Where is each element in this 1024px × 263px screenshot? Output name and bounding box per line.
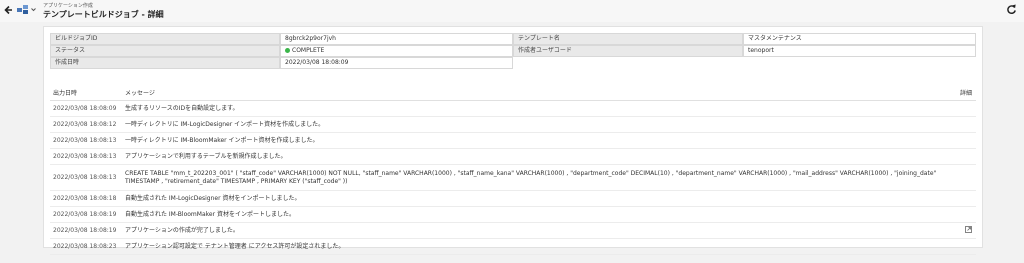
row-message: アプリケーションの作成が完了しました。 bbox=[125, 226, 239, 234]
build-job-id-label: ビルドジョブID bbox=[50, 33, 280, 45]
back-arrow-icon[interactable] bbox=[4, 4, 14, 16]
status-value: COMPLETE bbox=[280, 45, 513, 57]
status-dot-icon bbox=[285, 48, 290, 53]
log-table: 出力日時 メッセージ 詳細 2022/03/08 18:08:09 生成するリソ… bbox=[50, 85, 976, 255]
page-title: テンプレートビルドジョブ - 詳細 bbox=[43, 10, 164, 19]
time-column-header: 出力日時 bbox=[53, 90, 78, 97]
row-time: 2022/03/08 18:08:13 bbox=[53, 137, 117, 144]
row-message: 一時ディレクトリに IM-BloomMaker インポート資材を作成しました。 bbox=[125, 136, 319, 144]
build-job-id-value: 8gbrck2p9or7jvh bbox=[280, 33, 513, 45]
status-label: ステータス bbox=[50, 45, 280, 57]
status-text: COMPLETE bbox=[292, 47, 325, 54]
row-time: 2022/03/08 18:08:23 bbox=[53, 243, 117, 250]
table-row: 2022/03/08 18:08:09 生成するリソースのIDを自動設定します。 bbox=[50, 101, 976, 117]
app-menu-icon[interactable] bbox=[17, 5, 29, 15]
row-time: 2022/03/08 18:08:13 bbox=[53, 153, 117, 160]
row-time: 2022/03/08 18:08:18 bbox=[53, 195, 117, 202]
table-row: 2022/03/08 18:08:19 自動生成された IM-BloomMake… bbox=[50, 207, 976, 223]
row-message: アプリケーションで利用するテーブルを新規作成しました。 bbox=[125, 152, 287, 160]
template-name-label: テンプレート名 bbox=[513, 33, 743, 45]
chevron-down-icon[interactable] bbox=[31, 7, 36, 12]
table-row: 2022/03/08 18:08:12 一時ディレクトリに IM-LogicDe… bbox=[50, 117, 976, 133]
row-message: 自動生成された IM-BloomMaker 資材をインポートしました。 bbox=[125, 210, 295, 218]
creator-user-code-label: 作成者ユーザコード bbox=[513, 45, 743, 57]
creator-user-code-value: tenoport bbox=[743, 45, 976, 57]
table-row: 2022/03/08 18:08:19 アプリケーションの作成が完了しました。 bbox=[50, 223, 976, 239]
row-time: 2022/03/08 18:08:13 bbox=[53, 174, 117, 181]
row-message: CREATE TABLE "mm_t_202203_001" ( "staff_… bbox=[125, 169, 937, 185]
detail-column-header: 詳細 bbox=[959, 90, 972, 97]
table-row: 2022/03/08 18:08:13 アプリケーションで利用するテーブルを新規… bbox=[50, 149, 976, 165]
breadcrumb[interactable]: アプリケーション作成 bbox=[43, 2, 93, 9]
message-column-header: メッセージ bbox=[125, 90, 155, 97]
open-detail-icon[interactable] bbox=[965, 226, 972, 233]
created-at-value: 2022/03/08 18:08:09 bbox=[280, 57, 513, 69]
table-row: 2022/03/08 18:08:18 自動生成された IM-LogicDesi… bbox=[50, 191, 976, 207]
row-time: 2022/03/08 18:08:09 bbox=[53, 105, 117, 112]
created-at-label: 作成日時 bbox=[50, 57, 280, 69]
row-time: 2022/03/08 18:08:12 bbox=[53, 121, 117, 128]
table-row: 2022/03/08 18:08:13 一時ディレクトリに IM-BloomMa… bbox=[50, 133, 976, 149]
row-message: 生成するリソースのIDを自動設定します。 bbox=[125, 104, 239, 112]
row-message: アプリケーション認可設定で テナント管理者 にアクセス許可が設定されました。 bbox=[125, 242, 345, 250]
template-name-value: マスタメンテナンス bbox=[743, 33, 976, 45]
log-header: 出力日時 メッセージ 詳細 bbox=[50, 85, 976, 101]
top-bar: アプリケーション作成 テンプレートビルドジョブ - 詳細 bbox=[0, 0, 1024, 22]
row-time: 2022/03/08 18:08:19 bbox=[53, 211, 117, 218]
job-info-table: ビルドジョブID 8gbrck2p9or7jvh テンプレート名 マスタメンテナ… bbox=[50, 33, 976, 69]
row-message: 自動生成された IM-LogicDesigner 資材をインポートしました。 bbox=[125, 194, 301, 202]
refresh-icon[interactable] bbox=[1006, 4, 1017, 15]
row-message: 一時ディレクトリに IM-LogicDesigner インポート資材を作成しまし… bbox=[125, 120, 325, 128]
detail-panel: ビルドジョブID 8gbrck2p9or7jvh テンプレート名 マスタメンテナ… bbox=[43, 26, 983, 255]
table-row: 2022/03/08 18:08:13 CREATE TABLE "mm_t_2… bbox=[50, 165, 976, 191]
row-time: 2022/03/08 18:08:19 bbox=[53, 227, 117, 234]
table-row: 2022/03/08 18:08:23 アプリケーション認可設定で テナント管理… bbox=[50, 239, 976, 255]
